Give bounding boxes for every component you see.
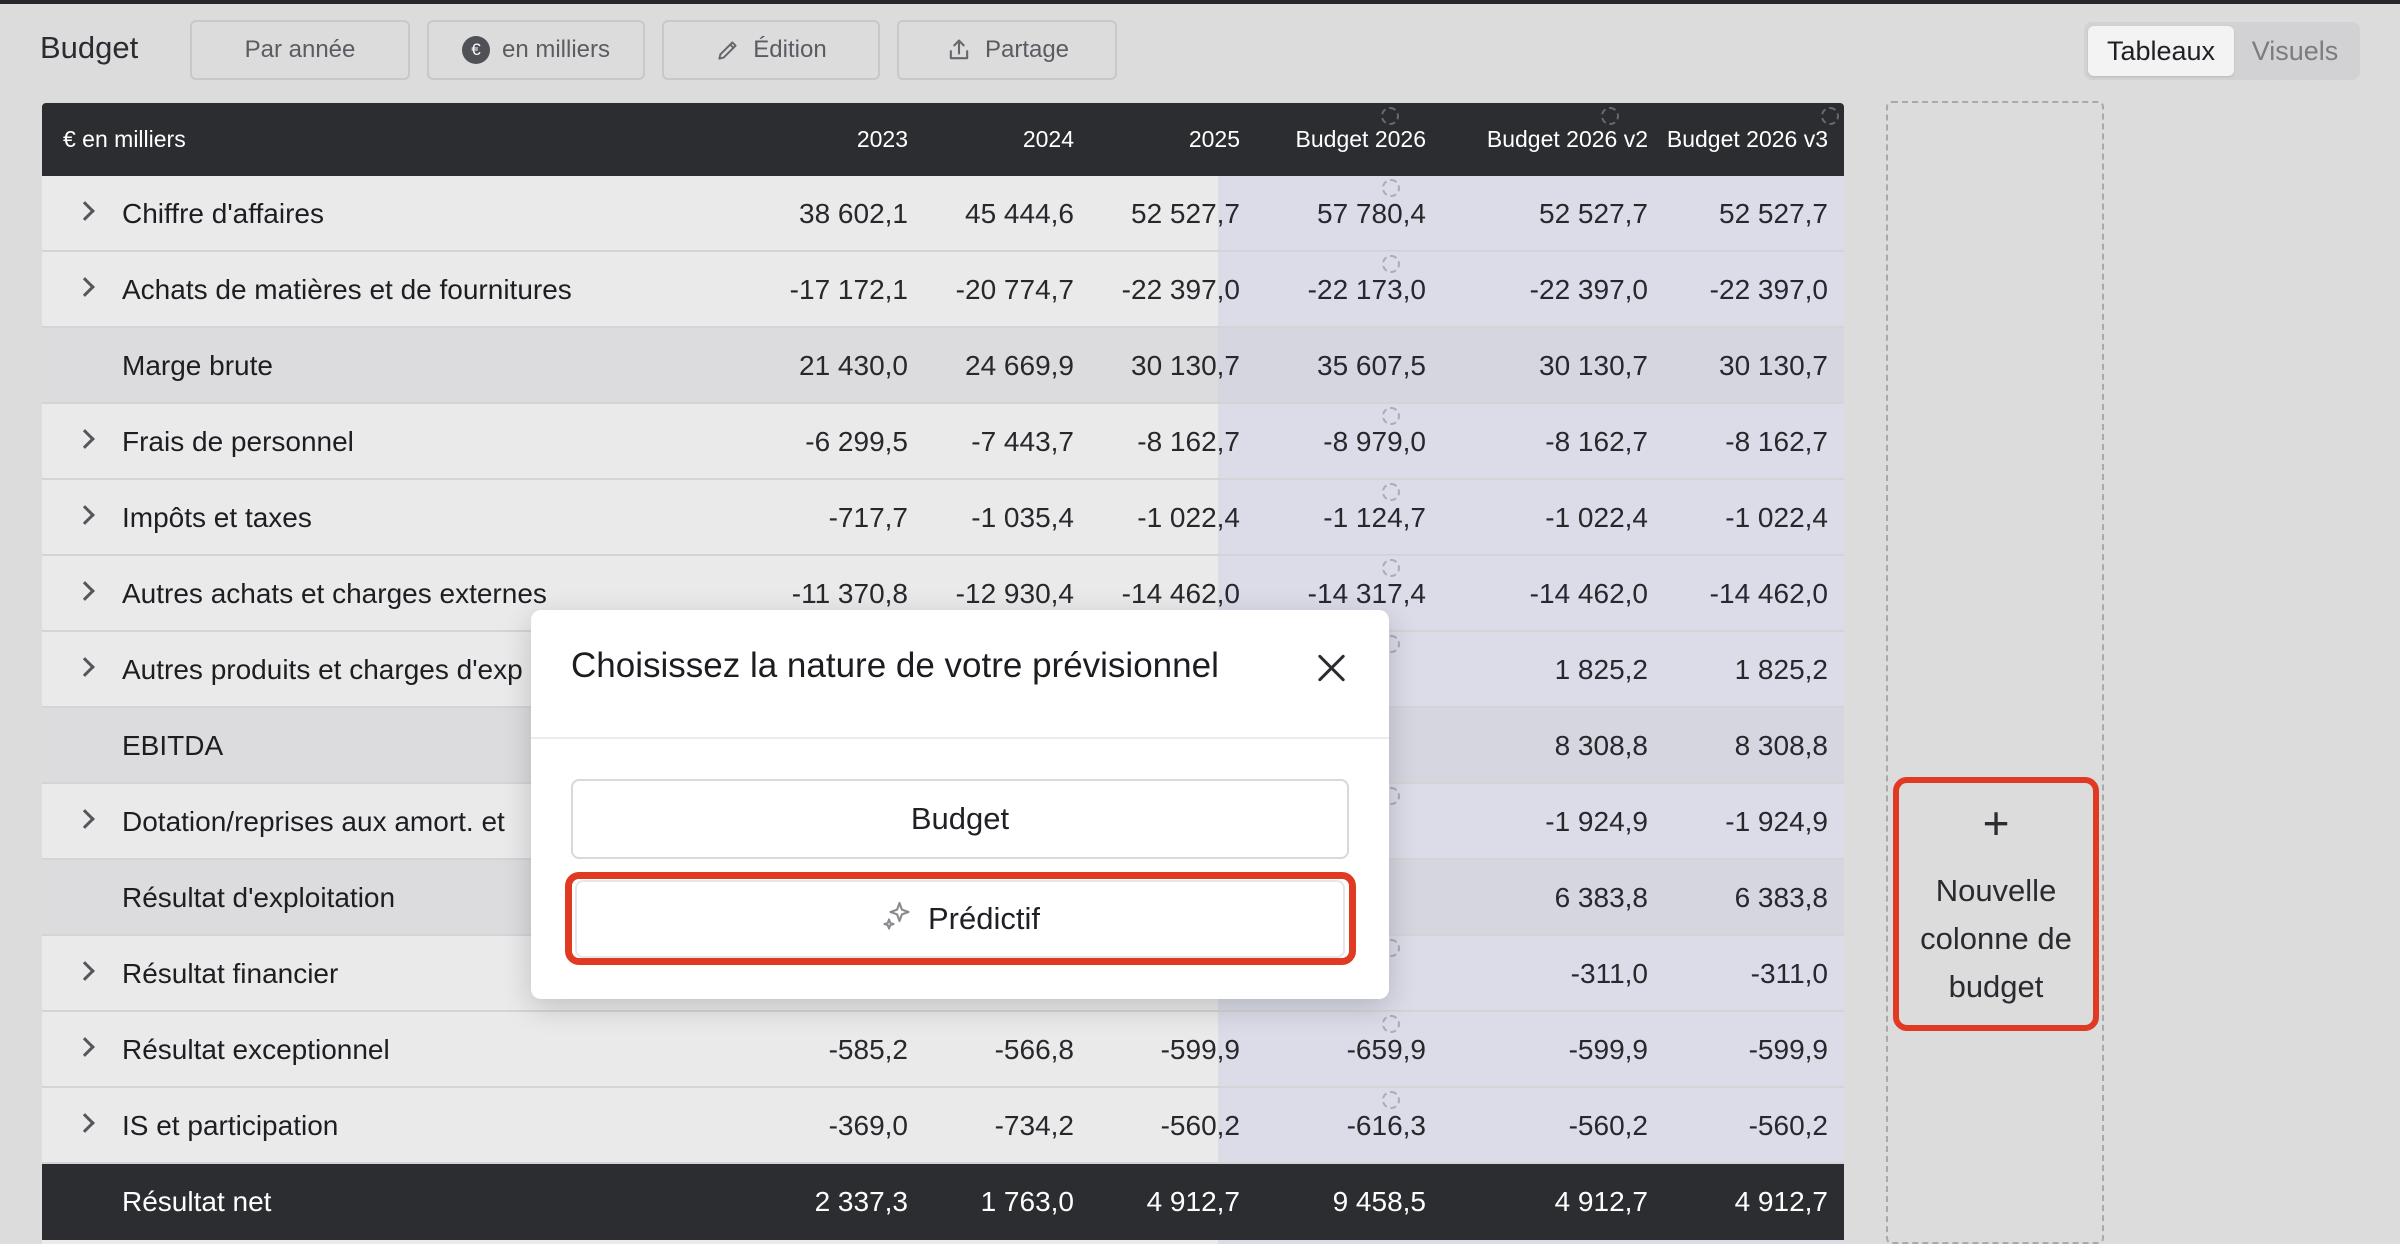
chevron-right-icon[interactable]	[75, 809, 95, 829]
row-label: EBITDA	[122, 730, 224, 761]
chevron-right-icon[interactable]	[75, 657, 95, 677]
row-label: Résultat exceptionnel	[122, 1034, 390, 1065]
table-row-total: Résultat net 2 337,3 1 763,0 4 912,7 9 458,5…	[42, 1164, 1844, 1240]
budget-2026-settings-icon[interactable]	[1381, 107, 1399, 125]
chevron-right-icon[interactable]	[75, 201, 95, 221]
share-label: Partage	[984, 36, 1070, 63]
cell-budget-2026-v3[interactable]: 4 912,7	[1602, 1164, 1828, 1240]
cell-settings-icon[interactable]	[1382, 1015, 1400, 1033]
units-label: en milliers	[501, 36, 611, 63]
forecast-type-dialog: Choisissez la nature de votre prévisionn…	[531, 610, 1389, 999]
row-label: Résultat net	[122, 1186, 272, 1217]
page-title: Budget	[40, 30, 139, 65]
tab-visuals[interactable]: Visuels	[2234, 26, 2356, 76]
row-label: Marge brute	[122, 350, 273, 381]
cell-budget-2026-v3[interactable]: 6 383,8	[1602, 860, 1828, 936]
budget-option-button[interactable]: Budget	[571, 779, 1349, 859]
pencil-icon	[715, 37, 741, 63]
table-row[interactable]: Impôts et taxes -717,7 -1 035,4 -1 022,4 -1 …	[42, 480, 1844, 556]
row-label: Chiffre d'affaires	[122, 198, 324, 229]
cell-settings-icon[interactable]	[1382, 255, 1400, 273]
table-row[interactable]: IS et participation -369,0 -734,2 -560,2 -61…	[42, 1088, 1844, 1164]
row-label: Autres produits et charges d'exp	[122, 654, 523, 685]
cell-budget-2026-v3[interactable]: -14 462,0	[1602, 556, 1828, 632]
add-column-dropzone	[1886, 101, 2104, 1244]
chevron-right-icon[interactable]	[75, 1113, 95, 1133]
cell-settings-icon[interactable]	[1382, 179, 1400, 197]
cell-settings-icon[interactable]	[1382, 1091, 1400, 1109]
add-budget-column-button[interactable]: + Nouvelle colonne de budget	[1893, 777, 2099, 1031]
table-row[interactable]: Résultat exceptionnel -585,2 -566,8 -599,9-…	[42, 1012, 1844, 1088]
table-header: € en milliers 2023 2024 2025 Budget 2026…	[42, 103, 1844, 176]
cell-settings-icon[interactable]	[1382, 483, 1400, 501]
cell-settings-icon[interactable]	[1382, 559, 1400, 577]
cell-budget-2026-v3[interactable]: 1 825,2	[1602, 632, 1828, 708]
window-top-border	[0, 0, 2400, 4]
dialog-divider	[531, 737, 1389, 739]
euro-icon: €	[461, 36, 490, 64]
cell-settings-icon[interactable]	[1382, 407, 1400, 425]
table-row[interactable]: Frais de personnel -6 299,5 -7 443,7 -8 162…	[42, 404, 1844, 480]
edit-button[interactable]: Édition	[662, 20, 880, 80]
add-column-label: Nouvelle colonne de budget	[1920, 873, 2072, 1004]
row-label: IS et participation	[122, 1110, 339, 1141]
row-label: Impôts et taxes	[122, 502, 312, 533]
table-row-subtotal: Marge brute 21 430,0 24 669,9 30 130,7 35 60…	[42, 328, 1844, 404]
cell-budget-2026-v3[interactable]: -1 924,9	[1602, 784, 1828, 860]
units-button[interactable]: € en milliers	[427, 20, 645, 80]
cell-budget-2026-v3[interactable]: 52 527,7	[1602, 176, 1828, 252]
row-label: Résultat d'exploitation	[122, 882, 396, 913]
header-col-budget-2026-v3[interactable]: Budget 2026 v3	[1602, 103, 1828, 176]
by-year-label: Par année	[244, 36, 356, 63]
chevron-right-icon[interactable]	[75, 961, 95, 981]
row-label: Dotation/reprises aux amort. et	[122, 806, 505, 837]
cell-budget-2026-v3[interactable]: -560,2	[1602, 1088, 1828, 1164]
dialog-title: Choisissez la nature de votre prévisionn…	[571, 646, 1219, 685]
toolbar: Budget Par année € en milliers Édition P…	[0, 18, 2400, 82]
row-label: Résultat financier	[122, 958, 339, 989]
sparkles-icon	[880, 897, 916, 941]
row-label: Achats de matières et de fournitures	[122, 274, 572, 305]
cell-budget-2026-v3[interactable]: -311,0	[1602, 936, 1828, 1012]
budget-option-label: Budget	[910, 801, 1010, 836]
by-year-button[interactable]: Par année	[190, 20, 410, 80]
share-button[interactable]: Partage	[897, 20, 1117, 80]
table-row[interactable]: Chiffre d'affaires 38 602,1 45 444,6 52 527…	[42, 176, 1844, 252]
header-units-label: € en milliers	[63, 126, 186, 152]
cell-budget-2026-v3[interactable]: -599,9	[1602, 1012, 1828, 1088]
table-row[interactable]: Achats de matières et de fournitures -17 …	[42, 252, 1844, 328]
chevron-right-icon[interactable]	[75, 1037, 95, 1057]
share-icon	[945, 36, 973, 64]
tab-tables[interactable]: Tableaux	[2088, 26, 2234, 76]
row-label: Frais de personnel	[122, 426, 354, 457]
row-label: Autres achats et charges externes	[122, 578, 547, 609]
cell-budget-2026-v3[interactable]: -22 397,0	[1602, 252, 1828, 328]
close-icon[interactable]	[1315, 652, 1347, 684]
chevron-right-icon[interactable]	[75, 277, 95, 297]
chevron-right-icon[interactable]	[75, 429, 95, 449]
cell-budget-2026-v3[interactable]: -1 022,4	[1602, 480, 1828, 556]
predictive-option-label: Prédictif	[928, 901, 1040, 936]
budget-2026-v2-settings-icon[interactable]	[1601, 107, 1619, 125]
cell-budget-2026-v3[interactable]: 8 308,8	[1602, 708, 1828, 784]
cell-budget-2026-v3[interactable]: 30 130,7	[1602, 328, 1828, 404]
chevron-right-icon[interactable]	[75, 505, 95, 525]
view-switcher: Tableaux Visuels	[2084, 22, 2360, 80]
predictive-option-button[interactable]: Prédictif	[575, 880, 1345, 958]
plus-icon: +	[1982, 797, 2010, 849]
edit-label: Édition	[753, 36, 827, 63]
cell-budget-2026-v3[interactable]: -8 162,7	[1602, 404, 1828, 480]
chevron-right-icon[interactable]	[75, 581, 95, 601]
budget-2026-v3-settings-icon[interactable]	[1821, 107, 1839, 125]
